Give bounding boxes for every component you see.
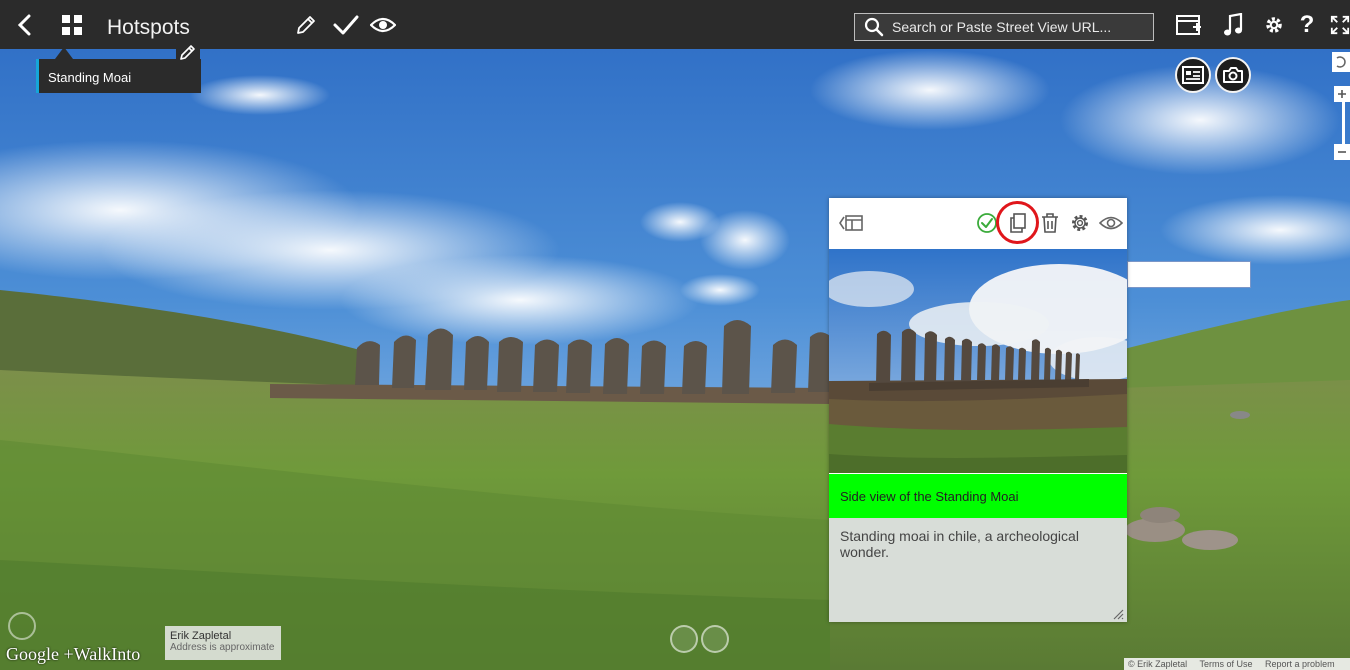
report-link[interactable]: Report a problem: [1265, 659, 1335, 669]
check-circle-icon[interactable]: [975, 211, 999, 235]
hotspot-description-textarea[interactable]: Standing moai in chile, a archeological …: [829, 518, 1127, 622]
tooltip-caret: [55, 47, 73, 59]
camera-icon: [1222, 66, 1244, 84]
hotspot-card: Side view of the Standing Moai Standing …: [829, 198, 1127, 622]
card-gear-icon[interactable]: [1068, 211, 1092, 235]
brand-separator: +: [63, 644, 74, 664]
help-icon[interactable]: ?: [1296, 0, 1318, 49]
map-zoom-control: [1332, 52, 1350, 172]
check-icon[interactable]: [330, 0, 362, 49]
author-name: Erik Zapletal: [170, 630, 232, 642]
fullscreen-icon[interactable]: [1330, 0, 1350, 49]
add-panel-icon[interactable]: [1174, 0, 1204, 49]
search-box[interactable]: [854, 13, 1154, 41]
trash-icon[interactable]: [1038, 211, 1062, 235]
navigate-left-icon[interactable]: [670, 625, 698, 653]
pencil-icon[interactable]: [292, 0, 320, 49]
brand-logo: Google +WalkInto: [6, 644, 140, 665]
back-icon[interactable]: [10, 0, 40, 49]
gear-icon[interactable]: [1260, 0, 1288, 49]
street-view-panorama[interactable]: [0, 0, 1350, 670]
hotspot-floating-input[interactable]: [1127, 261, 1251, 288]
music-icon[interactable]: [1220, 0, 1246, 49]
author-note: Address is approximate: [170, 642, 275, 653]
page-title: Hotspots: [107, 16, 190, 39]
brand-google: Google: [6, 644, 59, 664]
collapse-panel-icon[interactable]: [839, 211, 863, 235]
hotspot-tooltip[interactable]: Standing Moai: [36, 59, 201, 93]
eye-icon[interactable]: [368, 0, 398, 49]
hotspot-photo: [829, 249, 1127, 473]
brand-walkinto: WalkInto: [73, 644, 141, 664]
hotspot-tooltip-label: Standing Moai: [48, 70, 132, 85]
info-card-icon: [1182, 66, 1204, 84]
resize-grip-icon[interactable]: [1112, 607, 1124, 620]
info-card-button[interactable]: [1175, 57, 1211, 93]
grid-icon[interactable]: [58, 0, 86, 49]
terms-link[interactable]: Terms of Use: [1200, 659, 1253, 669]
card-eye-icon[interactable]: [1099, 211, 1123, 235]
copyright-text: © Erik Zapletal: [1128, 659, 1188, 669]
author-attribution[interactable]: Erik Zapletal Address is approximate: [165, 626, 281, 660]
hotspot-title[interactable]: Side view of the Standing Moai: [829, 474, 1127, 518]
navigate-right-icon[interactable]: [701, 625, 729, 653]
search-input[interactable]: [892, 14, 1142, 40]
camera-button[interactable]: [1215, 57, 1251, 93]
edit-hotspot-pencil-icon[interactable]: [176, 42, 200, 62]
top-toolbar: Hotspots ?: [0, 0, 1350, 49]
map-footer: © Erik Zapletal Terms of Use Report a pr…: [1124, 658, 1350, 670]
search-icon[interactable]: [864, 17, 884, 37]
card-toolbar: [829, 198, 1127, 248]
map-toggle-icon[interactable]: [8, 612, 36, 640]
copy-icon[interactable]: [1006, 211, 1030, 235]
